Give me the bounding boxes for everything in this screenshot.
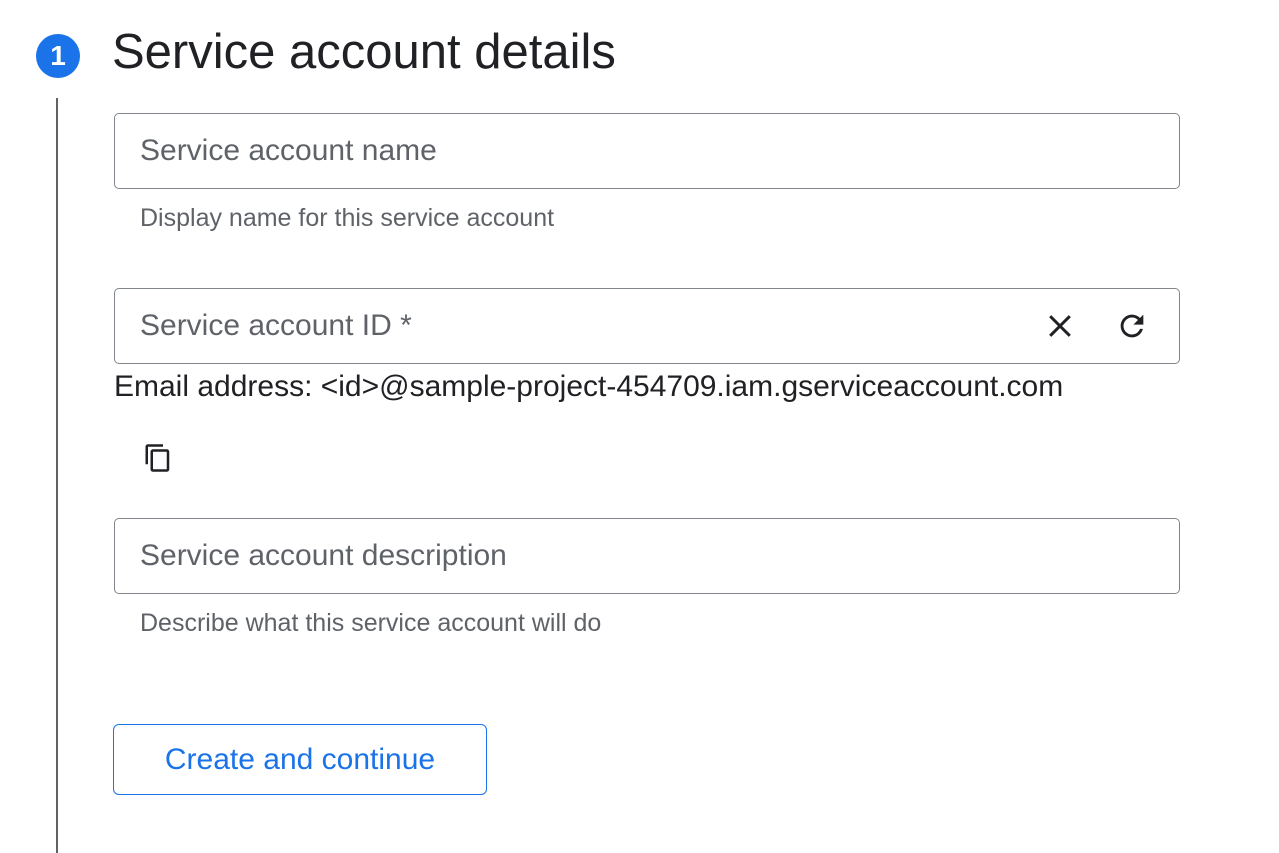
service-account-description-hint: Describe what this service account will … <box>140 609 602 637</box>
service-account-id-placeholder: Service account ID * <box>140 309 412 342</box>
copy-email-button[interactable] <box>134 434 182 482</box>
service-account-name-hint: Display name for this service account <box>140 204 555 232</box>
clear-id-button[interactable] <box>1035 301 1085 351</box>
service-account-name-field[interactable]: Service account name <box>114 113 1180 189</box>
step-number-badge: 1 <box>36 34 80 78</box>
service-account-id-field[interactable]: Service account ID * <box>114 288 1180 364</box>
email-address-preview: Email address: <id>@sample-project-45470… <box>114 370 1064 403</box>
copy-icon <box>145 444 170 472</box>
refresh-icon <box>1120 314 1144 338</box>
stepper-connector-line <box>56 98 58 853</box>
create-and-continue-button[interactable]: Create and continue <box>113 724 487 795</box>
service-account-description-placeholder: Service account description <box>140 539 507 572</box>
close-icon <box>1049 315 1071 337</box>
page-title: Service account details <box>112 25 616 79</box>
regenerate-id-button[interactable] <box>1107 301 1157 351</box>
service-account-name-placeholder: Service account name <box>140 134 437 167</box>
service-account-description-field[interactable]: Service account description <box>114 518 1180 594</box>
